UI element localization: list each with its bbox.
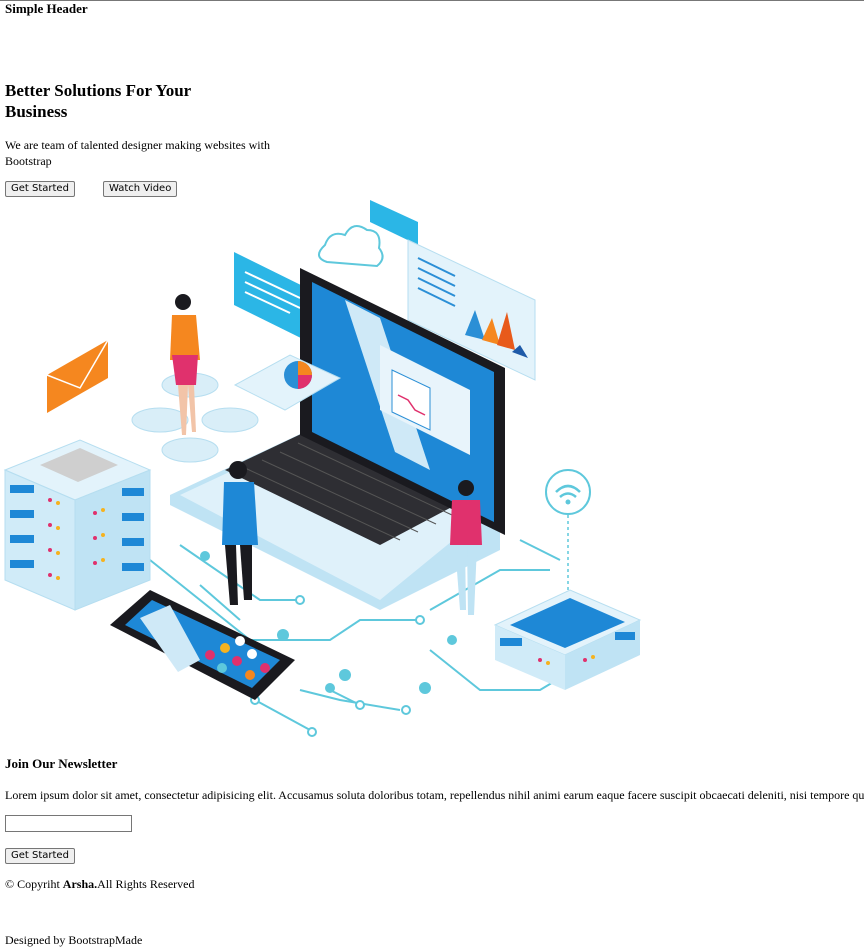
hero-title: Better Solutions For Your Business [5, 81, 191, 121]
copyright-prefix: © Copyriht [5, 877, 60, 891]
top-border [0, 0, 864, 1]
company-name: Arsha. [62, 877, 98, 891]
copyright-text: © Copyriht Arsha.All Rights Reserved [5, 876, 194, 892]
newsletter-title: Join Our Newsletter [5, 756, 118, 771]
copyright-suffix: All Rights Reserved [97, 877, 195, 891]
site-brand[interactable]: Simple Header [5, 2, 88, 16]
newsletter-description: Lorem ipsum dolor sit amet, consectetur … [5, 788, 864, 802]
credits-text: Designed by BootstrapMade [5, 933, 143, 947]
newsletter-email-input[interactable] [5, 815, 132, 832]
hero-subtitle: We are team of talented designer making … [5, 138, 270, 168]
laptop-network-illustration-icon [3, 200, 642, 737]
newsletter-submit-button[interactable]: Get Started [5, 848, 75, 864]
